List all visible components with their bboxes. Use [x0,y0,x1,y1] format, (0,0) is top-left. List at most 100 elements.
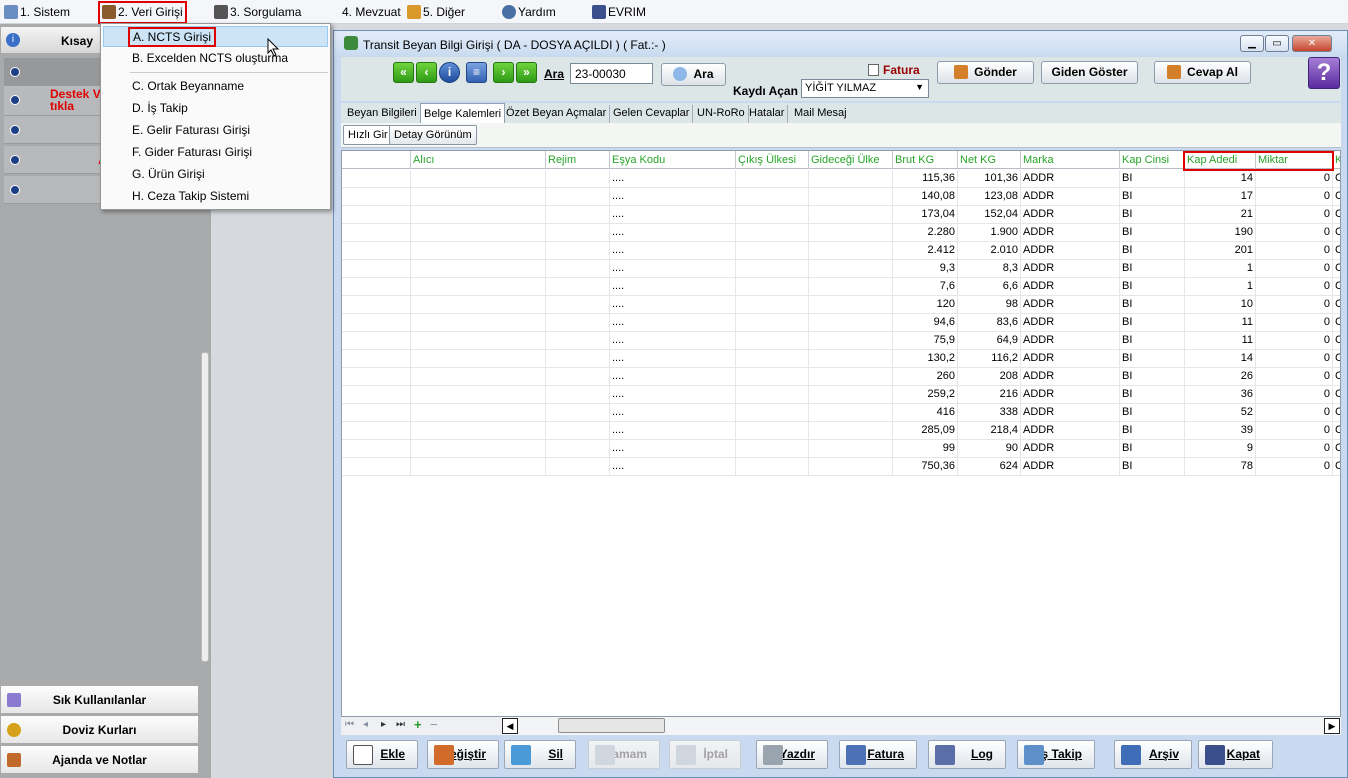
menu-diger[interactable]: 5. Diğer [405,3,467,22]
table-cell[interactable]: C [1332,368,1340,386]
table-cell[interactable]: 120 [892,296,957,314]
table-row[interactable]: .... 173,04152,04ADDRBI210C [342,206,1340,224]
table-cell[interactable] [735,386,808,404]
table-cell[interactable]: 75,9 [892,332,957,350]
table-cell[interactable] [410,368,545,386]
table-cell[interactable] [735,224,808,242]
dropdown-item-excelden[interactable]: B. Excelden NCTS oluşturma [103,48,328,69]
table-cell[interactable] [808,368,892,386]
table-cell[interactable]: 0 [1255,224,1332,242]
table-cell[interactable]: .... [609,440,735,458]
grid-add-icon[interactable]: + [414,717,422,732]
table-cell[interactable] [342,188,410,206]
table-cell[interactable]: BI [1119,188,1184,206]
table-cell[interactable] [342,368,410,386]
table-cell[interactable]: 130,2 [892,350,957,368]
table-cell[interactable]: BI [1119,278,1184,296]
table-cell[interactable] [735,188,808,206]
table-cell[interactable]: 101,36 [957,170,1020,188]
table-cell[interactable]: 99 [892,440,957,458]
table-cell[interactable]: 0 [1255,206,1332,224]
table-cell[interactable] [342,170,410,188]
table-cell[interactable]: C [1332,278,1340,296]
table-cell[interactable]: C [1332,314,1340,332]
table-row[interactable]: ....9990ADDRBI90C [342,440,1340,458]
table-cell[interactable] [808,404,892,422]
table-cell[interactable] [410,260,545,278]
table-row[interactable]: .... 9,38,3ADDRBI10C [342,260,1340,278]
table-cell[interactable] [735,368,808,386]
table-row[interactable]: .... 285,09218,4ADDRBI390C [342,422,1340,440]
table-cell[interactable] [410,386,545,404]
table-cell[interactable] [808,350,892,368]
table-cell[interactable] [545,224,609,242]
menu-veri-girisi[interactable]: 2. Veri Girişi [98,1,187,24]
table-cell[interactable] [545,278,609,296]
table-cell[interactable]: BI [1119,440,1184,458]
column-header[interactable]: Eşya Kodu [609,151,735,169]
table-cell[interactable] [735,206,808,224]
menu-sistem[interactable]: 1. Sistem [2,3,72,22]
table-cell[interactable]: 624 [957,458,1020,476]
table-row[interactable]: .... 94,683,6ADDRBI110C [342,314,1340,332]
button-iştakip[interactable]: İş Takip [1017,740,1095,769]
table-cell[interactable] [545,296,609,314]
search-button[interactable]: Ara [661,63,726,86]
table-cell[interactable]: BI [1119,422,1184,440]
table-cell[interactable]: BI [1119,242,1184,260]
table-cell[interactable]: ADDR [1020,350,1119,368]
table-row[interactable]: .... 7,66,6ADDRBI10C [342,278,1340,296]
table-cell[interactable]: C [1332,242,1340,260]
table-cell[interactable]: C [1332,296,1340,314]
table-cell[interactable] [342,350,410,368]
table-cell[interactable]: ADDR [1020,332,1119,350]
button-kapat[interactable]: Kapat [1198,740,1273,769]
table-cell[interactable] [735,422,808,440]
table-cell[interactable]: C [1332,350,1340,368]
table-cell[interactable]: 190 [1184,224,1255,242]
agenda-button[interactable]: Ajanda ve Notlar [0,745,199,774]
table-cell[interactable]: 9 [1184,440,1255,458]
table-cell[interactable] [342,296,410,314]
table-cell[interactable] [545,368,609,386]
table-cell[interactable] [735,170,808,188]
table-cell[interactable] [735,242,808,260]
table-cell[interactable] [342,314,410,332]
table-cell[interactable] [545,350,609,368]
table-cell[interactable]: C [1332,332,1340,350]
table-row[interactable]: ....260208ADDRBI260C [342,368,1340,386]
next-record-icon[interactable]: › [493,62,514,83]
column-header[interactable]: Çıkış Ülkesi [735,151,808,169]
maximize-button[interactable]: ▭ [1265,35,1289,52]
table-cell[interactable]: 98 [957,296,1020,314]
record-list-icon[interactable]: ≡ [466,62,487,83]
table-cell[interactable]: 2.280 [892,224,957,242]
table-cell[interactable] [342,440,410,458]
table-cell[interactable]: 0 [1255,368,1332,386]
grid-last-icon[interactable]: ⏭ [396,719,405,730]
table-cell[interactable]: 173,04 [892,206,957,224]
table-cell[interactable]: ADDR [1020,386,1119,404]
table-cell[interactable] [410,206,545,224]
table-cell[interactable]: 285,09 [892,422,957,440]
table-cell[interactable]: 17 [1184,188,1255,206]
table-cell[interactable]: 26 [1184,368,1255,386]
table-cell[interactable]: 2.010 [957,242,1020,260]
table-cell[interactable] [808,386,892,404]
table-cell[interactable]: ADDR [1020,314,1119,332]
table-cell[interactable]: 83,6 [957,314,1020,332]
table-cell[interactable]: 115,36 [892,170,957,188]
table-cell[interactable]: 52 [1184,404,1255,422]
button-sil[interactable]: Sil [504,740,576,769]
table-cell[interactable] [410,242,545,260]
table-cell[interactable] [545,332,609,350]
table-cell[interactable]: BI [1119,314,1184,332]
table-row[interactable]: .... 140,08123,08ADDRBI170C [342,188,1340,206]
table-row[interactable]: .... 2.2801.900ADDRBI1900C [342,224,1340,242]
tab-mail-mesaj[interactable]: Mail Mesaj [791,105,850,123]
dropdown-item-gider-faturasi[interactable]: F. Gider Faturası Girişi [103,142,328,163]
kaydi-acan-select[interactable]: YİĞİT YILMAZ ▼ [801,79,929,98]
table-cell[interactable] [410,440,545,458]
menu-yardim[interactable]: Yardım [500,3,558,22]
table-cell[interactable] [735,332,808,350]
